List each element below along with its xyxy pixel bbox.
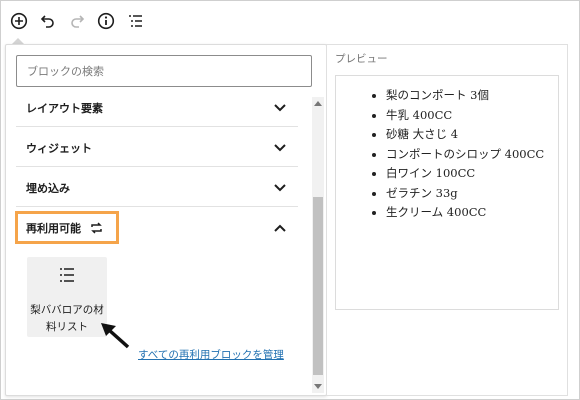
chevron-down-icon bbox=[272, 100, 288, 116]
block-inserter-panel: レイアウト要素 ウィジェット 埋め込み 再利用可能 梨ババロアの材料リス bbox=[5, 44, 327, 396]
scroll-down-icon[interactable] bbox=[314, 384, 322, 389]
block-search-input[interactable] bbox=[16, 55, 312, 87]
reusable-block-tile[interactable]: 梨ババロアの材料リスト bbox=[27, 257, 107, 337]
info-icon[interactable] bbox=[96, 11, 116, 31]
list-item: 牛乳 400CC bbox=[372, 106, 556, 126]
list-item: 砂糖 大さじ 4 bbox=[372, 125, 556, 145]
category-label: ウィジェット bbox=[26, 141, 92, 155]
preview-label: プレビュー bbox=[335, 53, 388, 65]
category-embeds[interactable]: 埋め込み bbox=[16, 169, 298, 207]
list-item: コンポートのシロップ 400CC bbox=[372, 145, 556, 165]
list-item: 白ワイン 100CC bbox=[372, 164, 556, 184]
manage-reusable-blocks-link[interactable]: すべての再利用ブロックを管理 bbox=[138, 347, 284, 362]
undo-icon[interactable] bbox=[38, 11, 58, 31]
add-block-icon[interactable] bbox=[9, 11, 29, 31]
preview-content: 梨のコンポート 3個 牛乳 400CC 砂糖 大さじ 4 コンポートのシロップ … bbox=[335, 75, 559, 310]
category-label: レイアウト要素 bbox=[26, 101, 103, 115]
list-icon bbox=[58, 267, 76, 287]
ingredient-list: 梨のコンポート 3個 牛乳 400CC 砂糖 大さじ 4 コンポートのシロップ … bbox=[372, 86, 556, 223]
category-label: 埋め込み bbox=[26, 181, 70, 195]
reusable-block-label: 梨ババロアの材料リスト bbox=[30, 304, 104, 333]
chevron-down-icon bbox=[272, 180, 288, 196]
redo-icon[interactable] bbox=[67, 11, 87, 31]
chevron-up-icon bbox=[272, 220, 288, 236]
list-view-icon[interactable] bbox=[125, 11, 145, 31]
scroll-thumb[interactable] bbox=[313, 197, 323, 375]
inserter-scrollbar[interactable] bbox=[312, 97, 324, 393]
chevron-down-icon bbox=[272, 140, 288, 156]
category-layout[interactable]: レイアウト要素 bbox=[16, 89, 298, 127]
reusable-highlight-box bbox=[15, 211, 119, 244]
list-item: ゼラチン 33g bbox=[372, 184, 556, 204]
list-item: 生クリーム 400CC bbox=[372, 203, 556, 223]
list-item: 梨のコンポート 3個 bbox=[372, 86, 556, 106]
scroll-up-icon[interactable] bbox=[314, 101, 322, 106]
preview-panel: プレビュー 梨のコンポート 3個 牛乳 400CC 砂糖 大さじ 4 コンポート… bbox=[326, 44, 568, 396]
category-widgets[interactable]: ウィジェット bbox=[16, 129, 298, 167]
pointer-arrow-icon bbox=[98, 320, 132, 354]
